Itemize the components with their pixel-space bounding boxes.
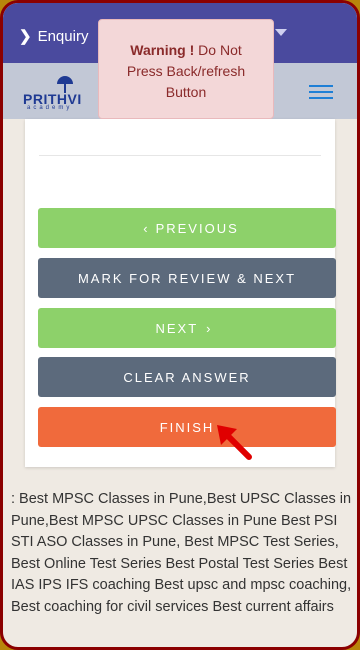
- prithvi-logo[interactable]: PRITHVI academy: [23, 75, 103, 111]
- next-button[interactable]: NEXT ›: [38, 308, 336, 348]
- red-pointer-arrow-icon: [217, 425, 252, 460]
- divider: [39, 155, 321, 156]
- previous-label: PREVIOUS: [155, 220, 239, 236]
- caret-down-icon[interactable]: [275, 29, 287, 36]
- warning-title: Warning !: [130, 42, 195, 58]
- finish-label: FINISH: [159, 419, 215, 435]
- enquiry-link[interactable]: ❯ Enquiry: [19, 27, 88, 45]
- clear-answer-label: CLEAR ANSWER: [123, 369, 251, 385]
- finish-button[interactable]: FINISH: [38, 407, 336, 447]
- chevron-right-icon: ❯: [19, 28, 32, 45]
- device-frame: ❯ Enquiry PRITHVI academy ‹ PREVIOUS MARK…: [0, 0, 360, 650]
- previous-button[interactable]: ‹ PREVIOUS: [38, 208, 336, 248]
- seo-keywords-text: : Best MPSC Classes in Pune,Best UPSC Cl…: [11, 491, 352, 615]
- mark-for-review-next-button[interactable]: MARK FOR REVIEW & NEXT: [38, 258, 336, 298]
- question-actions-card: ‹ PREVIOUS MARK FOR REVIEW & NEXT NEXT ›…: [25, 119, 336, 467]
- warning-toast: Warning ! Do Not Press Back/refresh Butt…: [98, 19, 274, 119]
- next-label: NEXT: [155, 320, 199, 336]
- enquiry-label: Enquiry: [37, 28, 89, 45]
- chevron-right-icon: ›: [206, 320, 211, 336]
- clear-answer-button[interactable]: CLEAR ANSWER: [38, 357, 336, 397]
- mark-review-label: MARK FOR REVIEW & NEXT: [77, 270, 297, 286]
- chevron-left-icon: ‹: [143, 220, 148, 236]
- logo-subtext: academy: [27, 105, 73, 111]
- hamburger-menu-icon[interactable]: [307, 81, 335, 103]
